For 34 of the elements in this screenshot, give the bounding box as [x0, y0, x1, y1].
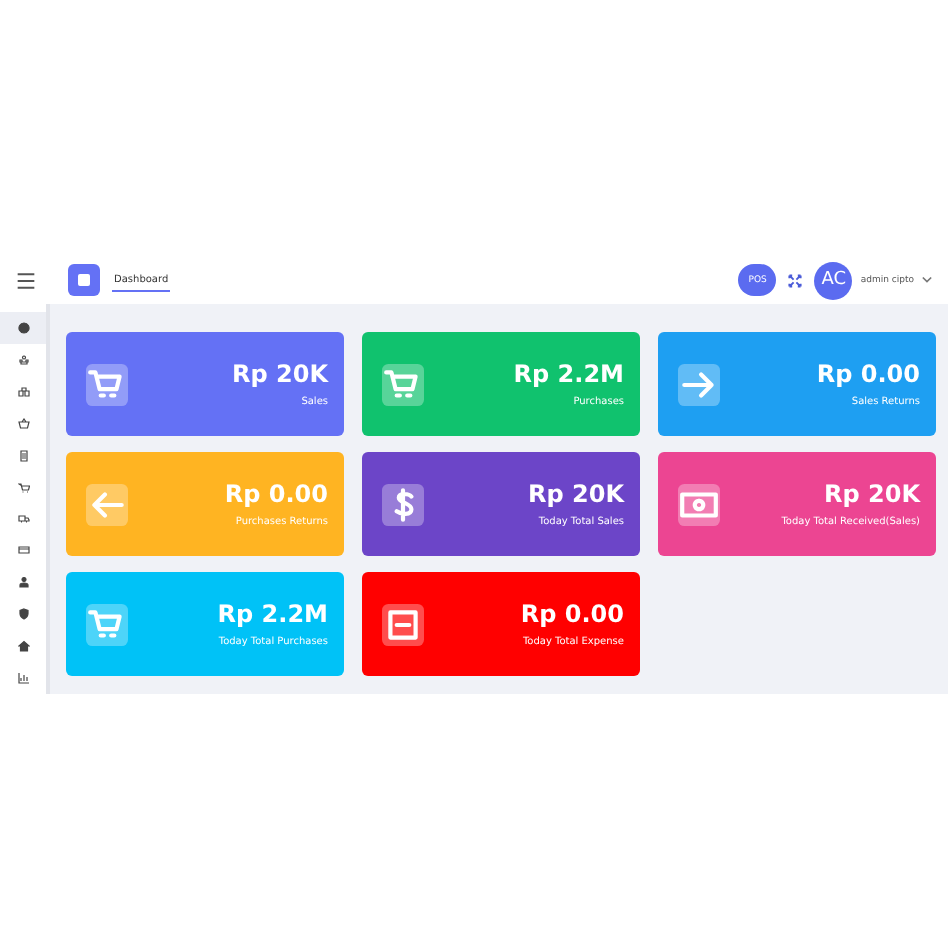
avatar[interactable]: AC — [814, 261, 853, 299]
stat-value: Rp 20K — [231, 360, 328, 388]
stat-value: Rp 20K — [527, 480, 624, 508]
caret-icon[interactable] — [922, 276, 932, 284]
nav-icon — [17, 449, 29, 462]
cart-icon — [86, 603, 128, 645]
arrow-left-icon — [86, 483, 128, 525]
banknote-icon — [678, 483, 720, 525]
cart-icon — [86, 363, 128, 405]
fullscreen-icon[interactable] — [788, 273, 803, 287]
nav-icon — [17, 576, 29, 589]
stat-value: Rp 0.00 — [520, 600, 624, 628]
nav-icon — [17, 481, 29, 494]
dashboard-icon — [68, 264, 100, 296]
nav-icon — [17, 544, 29, 557]
nav-icon — [17, 672, 29, 685]
stat-value: Rp 20K — [823, 480, 920, 508]
nav-icon — [17, 512, 29, 525]
sidebar-item[interactable] — [0, 312, 46, 344]
arrow-right-icon — [678, 363, 720, 405]
stat-value: Rp 2.2M — [513, 360, 624, 388]
nav-icon — [17, 608, 29, 621]
nav-icon — [17, 385, 29, 398]
nav-icon — [17, 640, 29, 653]
menu-icon[interactable] — [16, 271, 36, 289]
cart-icon — [382, 363, 424, 405]
nav-icon — [17, 353, 29, 366]
minus-icon — [382, 603, 424, 645]
stat-value: Rp 0.00 — [224, 480, 328, 508]
nav-icon — [17, 417, 29, 430]
stat-value: Rp 0.00 — [816, 360, 920, 388]
dollar-icon — [382, 483, 424, 525]
nav-icon — [17, 321, 29, 334]
stat-value: Rp 2.2M — [217, 600, 328, 628]
